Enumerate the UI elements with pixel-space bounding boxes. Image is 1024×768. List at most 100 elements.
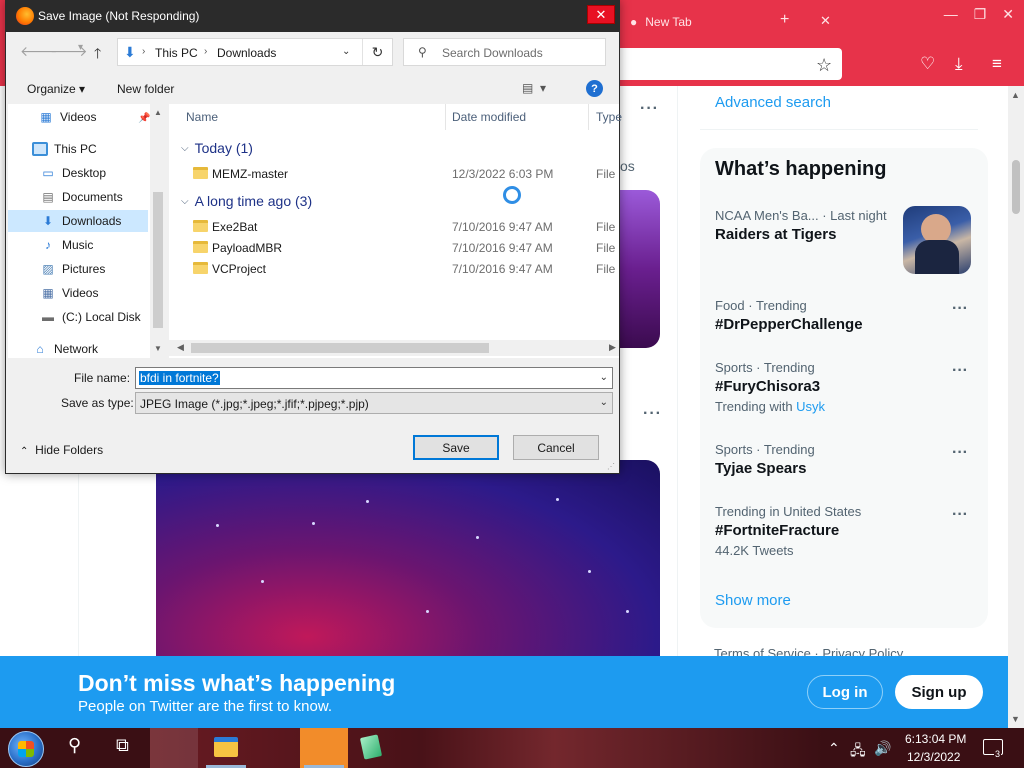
chevron-up-icon[interactable]: ⌃ — [828, 740, 840, 757]
browser-tab-new-tab[interactable]: ● New Tab — [630, 10, 692, 34]
trend-thumbnail[interactable] — [903, 206, 971, 274]
recent-dropdown-icon[interactable]: ▾ — [78, 42, 83, 53]
hide-folders-button[interactable]: ⌃ Hide Folders — [20, 443, 103, 457]
nav-item-network[interactable]: ⌂ Network — [8, 338, 148, 360]
maximize-button[interactable]: ❐ — [974, 6, 987, 23]
nav-item-local-disk[interactable]: ▬ (C:) Local Disk — [8, 306, 148, 328]
trend-item[interactable]: Food · Trending #DrPepperChallenge — [715, 298, 975, 333]
url-bar[interactable] — [600, 48, 842, 80]
scrollbar-thumb[interactable] — [153, 192, 163, 328]
clock-date[interactable]: 12/3/2022 — [907, 750, 960, 764]
chevron-down-icon[interactable]: ⌄ — [600, 397, 608, 408]
resize-grip-icon[interactable]: ⋰ — [607, 462, 615, 471]
breadcrumb-chevron-icon[interactable]: › — [142, 46, 145, 57]
scroll-down-arrow-icon[interactable]: ▼ — [1011, 714, 1020, 724]
address-dropdown-icon[interactable]: ⌄ — [342, 46, 350, 57]
trend-item[interactable]: Sports · Trending Tyjae Spears — [715, 442, 975, 477]
scrollbar-thumb[interactable] — [1012, 160, 1020, 214]
pin-icon[interactable]: 📌 — [138, 113, 150, 124]
tweet-more-icon[interactable]: ··· — [643, 405, 662, 423]
address-bar[interactable]: ⬇ › This PC › Downloads ⌄ ↻ — [117, 38, 393, 66]
log-in-button[interactable]: Log in — [807, 675, 883, 709]
column-header-name[interactable]: Name — [186, 110, 218, 124]
column-divider[interactable] — [588, 104, 589, 130]
pocket-icon[interactable]: ♡ — [920, 54, 935, 74]
task-view-icon[interactable]: ⧉ — [116, 735, 129, 756]
trend-more-icon[interactable]: ··· — [952, 444, 968, 462]
save-as-type-select[interactable]: JPEG Image (*.jpg;*.jpeg;*.jfif;*.pjpeg;… — [135, 392, 613, 414]
file-row[interactable]: VCProject 7/10/2016 9:47 AM File folder — [193, 259, 619, 279]
tweet-more-icon[interactable]: ··· — [640, 100, 659, 118]
taskbar-app-slot[interactable] — [150, 728, 198, 768]
new-tab-button[interactable]: + — [780, 11, 789, 29]
cancel-button[interactable]: Cancel — [513, 435, 599, 460]
tweet-media-image[interactable] — [156, 460, 660, 656]
trend-item[interactable]: Sports · Trending #FuryChisora3 Trending… — [715, 360, 975, 414]
file-name-value[interactable]: bfdi in fortnite? — [139, 371, 220, 385]
collapse-chevron-icon[interactable]: ⌵ — [181, 143, 189, 154]
new-folder-button[interactable]: New folder — [117, 82, 174, 96]
nav-item-downloads[interactable]: ⬇ Downloads — [8, 210, 148, 232]
network-icon[interactable]: 🖧 — [850, 740, 866, 764]
scroll-up-arrow-icon[interactable]: ▲ — [154, 108, 162, 117]
downloads-icon[interactable]: ⤓ — [955, 54, 963, 74]
dialog-titlebar[interactable]: Save Image (Not Responding) ✕ — [6, 1, 619, 32]
collapse-chevron-icon[interactable]: ⌵ — [181, 196, 189, 207]
trend-item[interactable]: Trending in United States #FortniteFract… — [715, 504, 975, 558]
show-more-link[interactable]: Show more — [715, 592, 791, 609]
breadcrumb-downloads[interactable]: Downloads — [217, 46, 276, 60]
file-row[interactable]: Exe2Bat 7/10/2016 9:47 AM File folder — [193, 217, 619, 237]
group-header-long-ago[interactable]: ⌵ A long time ago (3) — [181, 193, 312, 209]
trend-more-icon[interactable]: ··· — [952, 506, 968, 524]
file-list-horizontal-scrollbar[interactable]: ◀ ▶ — [169, 340, 619, 356]
file-row[interactable]: PayloadMBR 7/10/2016 9:47 AM File folder — [193, 238, 619, 258]
view-options-icon[interactable]: ▤ ▾ — [522, 81, 546, 95]
nav-item-pictures[interactable]: ▨ Pictures — [8, 258, 148, 280]
nav-item-videos[interactable]: ▦ Videos — [8, 282, 148, 304]
nav-item-music[interactable]: ♪ Music — [8, 234, 148, 256]
tab-close-icon[interactable]: ✕ — [820, 13, 831, 29]
scroll-down-arrow-icon[interactable]: ▼ — [154, 344, 162, 353]
nav-item-videos-quick[interactable]: ▦ Videos 📌 — [8, 106, 150, 128]
close-window-button[interactable]: ✕ — [1002, 6, 1014, 23]
organize-menu[interactable]: Organize ▾ — [27, 82, 85, 96]
dialog-close-button[interactable]: ✕ — [587, 5, 615, 24]
column-header-date[interactable]: Date modified — [452, 110, 526, 124]
breadcrumb-chevron-icon[interactable]: › — [204, 46, 207, 57]
search-icon: ⚲ — [418, 45, 427, 59]
breadcrumb-this-pc[interactable]: This PC — [155, 46, 198, 60]
search-downloads-input[interactable]: ⚲ Search Downloads — [403, 38, 606, 66]
nav-pane-scrollbar[interactable]: ▲ ▼ — [150, 104, 166, 358]
scrollbar-thumb[interactable] — [191, 343, 489, 353]
taskbar-firefox[interactable] — [300, 728, 348, 768]
menu-icon[interactable]: ≡ — [992, 54, 1002, 74]
taskbar-app-slot[interactable] — [252, 728, 300, 768]
help-icon[interactable]: ? — [586, 80, 603, 97]
scroll-up-arrow-icon[interactable]: ▲ — [1011, 90, 1020, 100]
clock-time[interactable]: 6:13:04 PM — [905, 732, 966, 746]
group-header-today[interactable]: ⌵ Today (1) — [181, 140, 253, 156]
trend-more-icon[interactable]: ··· — [952, 300, 968, 318]
trend-more-icon[interactable]: ··· — [952, 362, 968, 380]
nav-item-this-pc[interactable]: This PC — [8, 138, 148, 160]
save-button[interactable]: Save — [413, 435, 499, 460]
nav-item-desktop[interactable]: ▭ Desktop — [8, 162, 148, 184]
file-name-input[interactable]: bfdi in fortnite? ⌄ — [135, 367, 613, 389]
file-row[interactable]: MEMZ-master 12/3/2022 6:03 PM File folde… — [193, 164, 619, 184]
up-arrow-icon[interactable]: 🡑 — [94, 43, 101, 67]
nav-item-documents[interactable]: ▤ Documents — [8, 186, 148, 208]
sign-up-button[interactable]: Sign up — [895, 675, 983, 709]
bookmark-star-icon[interactable]: ☆ — [816, 55, 832, 76]
search-icon[interactable]: ⚲ — [68, 735, 81, 756]
scroll-right-arrow-icon[interactable]: ▶ — [609, 342, 616, 353]
trend-related-link[interactable]: Usyk — [796, 399, 825, 414]
column-header-type[interactable]: Type — [596, 110, 622, 124]
chevron-down-icon[interactable]: ⌄ — [600, 372, 608, 383]
volume-icon[interactable]: 🔊 — [874, 740, 891, 757]
column-divider[interactable] — [445, 104, 446, 130]
advanced-search-link[interactable]: Advanced search — [715, 94, 831, 111]
page-scrollbar[interactable] — [1008, 86, 1024, 728]
scroll-left-arrow-icon[interactable]: ◀ — [177, 342, 184, 353]
minimize-button[interactable]: — — [944, 6, 958, 23]
refresh-icon[interactable]: ↻ — [362, 39, 392, 65]
